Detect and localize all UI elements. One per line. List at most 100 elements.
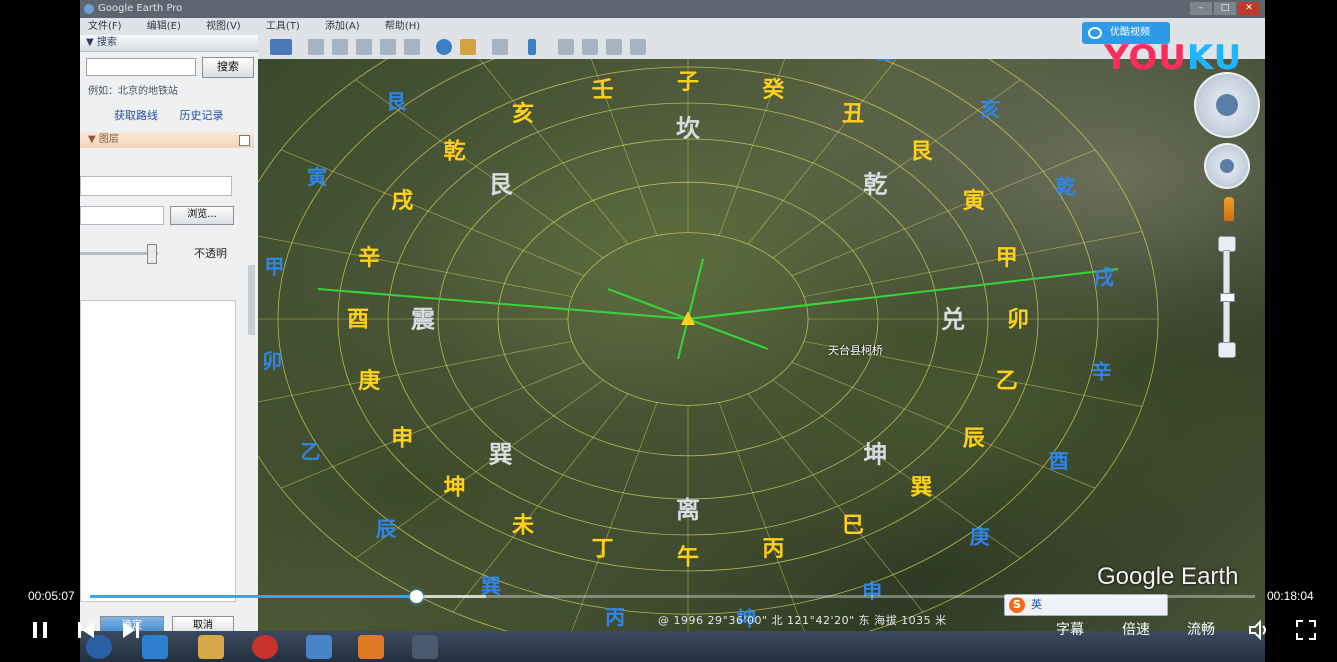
video-frame[interactable]: Google Earth Pro – □ ✕ 文件(F) 编辑(E) 视图(V)… — [80, 0, 1265, 662]
image-overlay-icon[interactable] — [380, 39, 396, 55]
menu-tools[interactable]: 工具(T) — [266, 21, 300, 32]
opacity-slider-thumb[interactable] — [147, 244, 157, 264]
menu-view[interactable]: 视图(V) — [206, 21, 241, 32]
search-input[interactable] — [86, 58, 196, 76]
youku-logo: YOUKU — [1104, 38, 1242, 78]
layers-header-label: ▼ 图层 — [88, 134, 119, 145]
google-earth-task-icon[interactable] — [306, 635, 332, 659]
ime-language-label: 英 — [1031, 598, 1042, 611]
speed-button[interactable]: 倍速 — [1122, 619, 1150, 639]
compass-blue-label: 寅 — [307, 165, 327, 189]
app-task-icon[interactable] — [358, 635, 384, 659]
terminal-task-icon[interactable] — [412, 635, 438, 659]
direction-line-0 — [317, 288, 689, 320]
next-icon[interactable] — [119, 618, 143, 642]
zoom-slider-thumb[interactable] — [1220, 293, 1235, 302]
overlay-description-area[interactable] — [80, 300, 236, 602]
ruler-icon[interactable] — [528, 39, 536, 55]
look-around-control[interactable] — [1194, 72, 1260, 138]
path-icon[interactable] — [356, 39, 372, 55]
print-icon[interactable] — [582, 39, 598, 55]
menu-edit[interactable]: 编辑(E) — [147, 21, 181, 32]
compass-outer-label: 乙 — [996, 369, 1018, 394]
history-link[interactable]: 历史记录 — [180, 109, 224, 122]
pan-icon — [1220, 159, 1234, 173]
maps-icon[interactable] — [630, 39, 646, 55]
folder-icon[interactable] — [198, 635, 224, 659]
close-icon[interactable]: ✕ — [1238, 2, 1260, 15]
ge-status-bar: @ 1996 29°36'00" 北 121°42'20" 东 海拔 1035 … — [658, 614, 947, 627]
sidebar-toggle-icon[interactable] — [270, 39, 292, 55]
previous-icon[interactable] — [74, 618, 98, 642]
subtitle-button[interactable]: 字幕 — [1056, 619, 1084, 639]
record-tour-icon[interactable] — [404, 39, 420, 55]
browse-button[interactable]: 浏览... — [170, 206, 234, 225]
overlay-link-field[interactable] — [80, 206, 164, 225]
search-panel-header[interactable]: ▼ 搜索 — [80, 35, 258, 52]
ie-icon[interactable] — [142, 635, 168, 659]
street-view-pegman-icon[interactable] — [1224, 197, 1234, 221]
get-directions-link[interactable]: 获取路线 — [114, 109, 158, 122]
youku-logo-you: YOU — [1104, 38, 1187, 78]
compass-blue-label: 乾 — [1055, 174, 1075, 198]
compass-outer-label: 辰 — [963, 427, 985, 452]
layers-panel-header[interactable]: ▼ 图层 — [80, 132, 254, 148]
media-player-icon[interactable] — [252, 635, 278, 659]
cloud-icon — [1088, 27, 1102, 39]
compass-blue-label: 酉 — [1049, 449, 1069, 473]
compass-blue-label: 甲 — [264, 254, 284, 278]
compass-blue-label: 卯 — [262, 349, 282, 373]
ge-side-panel: ▼ 搜索 搜索 例如：北京的地铁站 获取路线 历史记录 ▼ 图层 浏览... 不… — [80, 35, 259, 636]
compass-trigram-label: 巽 — [489, 440, 513, 468]
volume-icon[interactable] — [1247, 618, 1271, 642]
total-time: 00:18:04 — [1267, 589, 1314, 603]
compass-outer-label: 酉 — [347, 308, 369, 333]
compass-blue-label: 辛 — [1092, 360, 1112, 384]
menu-add[interactable]: 添加(A) — [325, 21, 360, 32]
polygon-icon[interactable] — [332, 39, 348, 55]
compass-outer-label: 丙 — [762, 537, 784, 562]
compass-outer-label: 艮 — [910, 140, 933, 165]
menu-help[interactable]: 帮助(H) — [385, 21, 420, 32]
progress-played — [90, 595, 417, 598]
quality-button[interactable]: 流畅 — [1187, 619, 1215, 639]
compass-outer-label: 丁 — [592, 537, 614, 562]
compass-radial-line — [791, 149, 1096, 277]
compass-outer-label: 未 — [512, 513, 534, 538]
compass-radial-line — [280, 361, 585, 489]
save-image-icon[interactable] — [606, 39, 622, 55]
ge-window-titlebar: Google Earth Pro – □ ✕ — [80, 0, 1265, 18]
compass-outer-label: 乾 — [444, 139, 466, 165]
compass-outer-label: 坤 — [444, 476, 466, 501]
overlay-name-field[interactable] — [80, 176, 232, 196]
compass-trigram-label: 震 — [411, 305, 436, 333]
sunlight-icon[interactable] — [460, 39, 476, 55]
compass-radial-line — [258, 235, 573, 297]
compass-outer-label: 辛 — [358, 245, 380, 271]
placemark-icon[interactable] — [308, 39, 324, 55]
compass-outer-label: 午 — [677, 544, 699, 570]
fullscreen-icon[interactable] — [1294, 618, 1318, 642]
panel-scrollbar[interactable] — [248, 265, 255, 335]
pause-icon[interactable] — [28, 618, 52, 642]
compass-outer-label: 亥 — [512, 101, 534, 127]
zoom-out-button[interactable] — [1218, 342, 1236, 358]
panel-dock-icon[interactable] — [239, 135, 250, 146]
menu-file[interactable]: 文件(F) — [88, 21, 122, 32]
compass-outer-label: 巳 — [842, 513, 864, 538]
email-icon[interactable] — [558, 39, 574, 55]
move-control[interactable] — [1204, 143, 1250, 189]
historical-imagery-icon[interactable] — [436, 39, 452, 55]
planets-icon[interactable] — [492, 39, 508, 55]
google-earth-icon — [84, 4, 94, 14]
maximize-icon[interactable]: □ — [1214, 2, 1236, 15]
ge-map-view[interactable]: 午丁未坤申庚酉辛戌乾亥壬子癸丑艮寅甲卯乙辰巽巳丙丙巽辰乙卯甲寅艮丑癸子壬亥乾戌辛… — [258, 59, 1265, 631]
compass-outer-label: 庚 — [358, 368, 380, 394]
compass-blue-label: 庚 — [970, 525, 990, 549]
compass-trigram-label: 艮 — [489, 170, 514, 198]
compass-blue-label: 艮 — [386, 89, 407, 113]
youku-logo-ku: KU — [1186, 38, 1243, 78]
minimize-icon[interactable]: – — [1190, 2, 1212, 15]
eye-icon — [1216, 94, 1238, 116]
search-button[interactable]: 搜索 — [202, 57, 254, 78]
